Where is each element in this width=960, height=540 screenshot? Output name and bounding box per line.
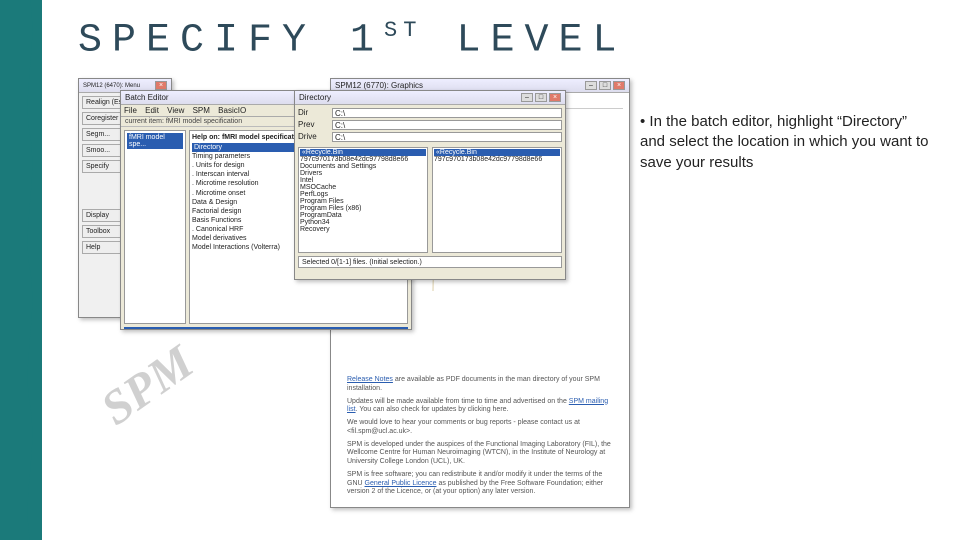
status-bar: Selected 0/[1-1] files. (Initial selecti… [298,256,562,268]
list-item[interactable]: 797c970173b08e42dc97798d8e66 [434,156,560,163]
field-prev[interactable]: C:\ [332,120,562,130]
release-notes-link[interactable]: Release Notes [347,376,393,383]
folder-listbox[interactable]: «Recycle.Bin 797c970173b08e42dc97798d8e6… [298,147,428,253]
label-prev: Prev [298,120,328,130]
graphics-paragraphs: Release Notes are available as PDF docum… [347,376,617,497]
window-directory-chooser: Directory – □ × Dir C:\ Prev C:\ Drive C… [294,90,566,280]
title-rest: LEVEL [422,18,626,63]
module-item[interactable]: fMRI model spe... [127,133,183,149]
list-item[interactable]: Drivers [300,170,426,177]
maximize-icon[interactable]: □ [535,93,547,102]
field-dir[interactable]: C:\ [332,108,562,118]
screenshot-cluster: SPM12 (6770): Graphics – □ × SPMFigure W… [78,78,633,518]
title-sup: ST [384,18,422,43]
list-item[interactable]: MSOCache [300,184,426,191]
help-label: Directory [127,329,405,330]
label-dir: Dir [298,108,328,118]
selection-listbox[interactable]: «Recycle.Bin 797c970173b08e42dc97798d8e6… [432,147,562,253]
menu-basicio[interactable]: BasicIO [218,106,246,115]
list-item[interactable]: Python34 [300,219,426,226]
list-item[interactable]: Documents and Settings [300,163,426,170]
menu-edit[interactable]: Edit [145,106,159,115]
list-item[interactable]: 797c970173b08e42dc97798d8e66 [300,156,426,163]
menu-view[interactable]: View [167,106,184,115]
maximize-icon[interactable]: □ [599,81,611,90]
close-icon[interactable]: × [155,81,167,90]
close-icon[interactable]: × [613,81,625,90]
help-panel: Directory Select a directory where the S… [124,327,408,330]
list-item[interactable]: PerfLogs [300,191,426,198]
accent-stripe [0,0,42,540]
menu-file[interactable]: File [124,106,137,115]
module-list[interactable]: fMRI model spe... [124,130,186,324]
title-main: SPECIFY 1 [78,18,384,63]
list-item[interactable]: Program Files [300,198,426,205]
list-item[interactable]: Program Files (x86) [300,205,426,212]
gpl-link[interactable]: General Public Licence [365,480,437,487]
window-title: Batch Editor [125,93,169,102]
field-drive[interactable]: C:\ [332,132,562,142]
list-item[interactable]: «Recycle.Bin [434,149,560,156]
page-title: SPECIFY 1ST LEVEL [78,18,626,63]
list-item[interactable]: «Recycle.Bin [300,149,426,156]
minimize-icon[interactable]: – [585,81,597,90]
spm-watermark: SPM [91,335,203,437]
titlebar-directory: Directory – □ × [295,91,565,105]
list-item[interactable]: ProgramData [300,212,426,219]
close-icon[interactable]: × [549,93,561,102]
bullet-list: In the batch editor, highlight “Director… [640,112,930,173]
label-drive: Drive [298,132,328,142]
bullet-text: In the batch editor, highlight “Director… [640,112,930,173]
list-item[interactable]: Intel [300,177,426,184]
menu-spm[interactable]: SPM [193,106,210,115]
minimize-icon[interactable]: – [521,93,533,102]
window-title: SPM12 (6470): Menu [83,83,140,89]
window-title: SPM12 (6770): Graphics [335,81,423,90]
window-title: Directory [299,93,331,102]
list-item[interactable]: Recovery [300,226,426,233]
